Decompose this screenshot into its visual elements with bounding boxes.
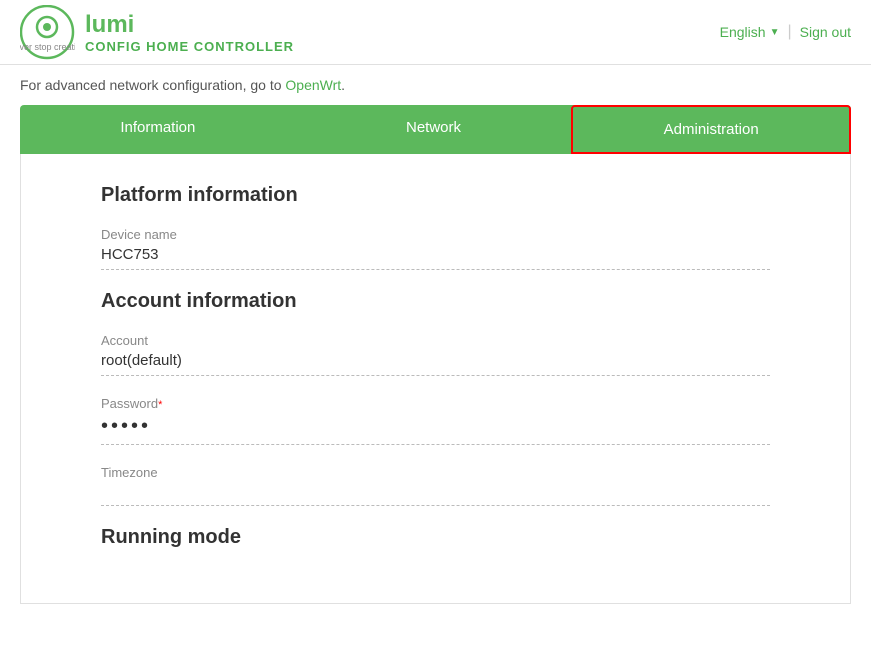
timezone-value	[101, 484, 770, 506]
platform-section-title: Platform information	[101, 184, 770, 207]
account-value: root(default)	[101, 352, 770, 376]
timezone-label: Timezone	[101, 465, 770, 480]
openwrt-link[interactable]: OpenWrt	[285, 77, 341, 93]
logo-subtitle: CONFIG HOME CONTROLLER	[85, 39, 294, 54]
account-label: Account	[101, 333, 770, 348]
tab-information[interactable]: Information	[20, 105, 296, 154]
signout-button[interactable]: Sign out	[800, 24, 851, 40]
running-section-title: Running mode	[101, 526, 770, 549]
chevron-down-icon: ▼	[770, 27, 780, 38]
tab-administration[interactable]: Administration	[571, 105, 851, 154]
device-name-value: HCC753	[101, 246, 770, 270]
password-label: Password*	[101, 396, 770, 411]
content-area: Platform information Device name HCC753 …	[20, 154, 851, 604]
svg-text:Never stop creating: Never stop creating	[20, 42, 75, 52]
running-section: Running mode	[101, 526, 770, 549]
logo-area: Never stop creating lumi CONFIG HOME CON…	[20, 5, 294, 60]
lumi-logo-icon: Never stop creating	[20, 5, 75, 60]
tab-network[interactable]: Network	[296, 105, 572, 154]
account-section: Account information Account root(default…	[101, 290, 770, 506]
tabs-container: Information Network Administration	[20, 105, 851, 154]
header: Never stop creating lumi CONFIG HOME CON…	[0, 0, 871, 65]
timezone-field: Timezone	[101, 465, 770, 506]
divider: |	[787, 23, 791, 41]
password-value: •••••	[101, 415, 770, 445]
account-field: Account root(default)	[101, 333, 770, 376]
notice-suffix: .	[341, 77, 345, 93]
notice-bar: For advanced network configuration, go t…	[0, 65, 871, 105]
device-name-label: Device name	[101, 227, 770, 242]
language-label: English	[720, 24, 766, 40]
header-right: English ▼ | Sign out	[720, 23, 851, 41]
language-button[interactable]: English ▼	[720, 24, 780, 40]
logo-lumi-text: lumi	[85, 11, 134, 39]
notice-prefix: For advanced network configuration, go t…	[20, 77, 282, 93]
password-field: Password* •••••	[101, 396, 770, 445]
device-name-field: Device name HCC753	[101, 227, 770, 270]
account-section-title: Account information	[101, 290, 770, 313]
platform-section: Platform information Device name HCC753	[101, 184, 770, 270]
